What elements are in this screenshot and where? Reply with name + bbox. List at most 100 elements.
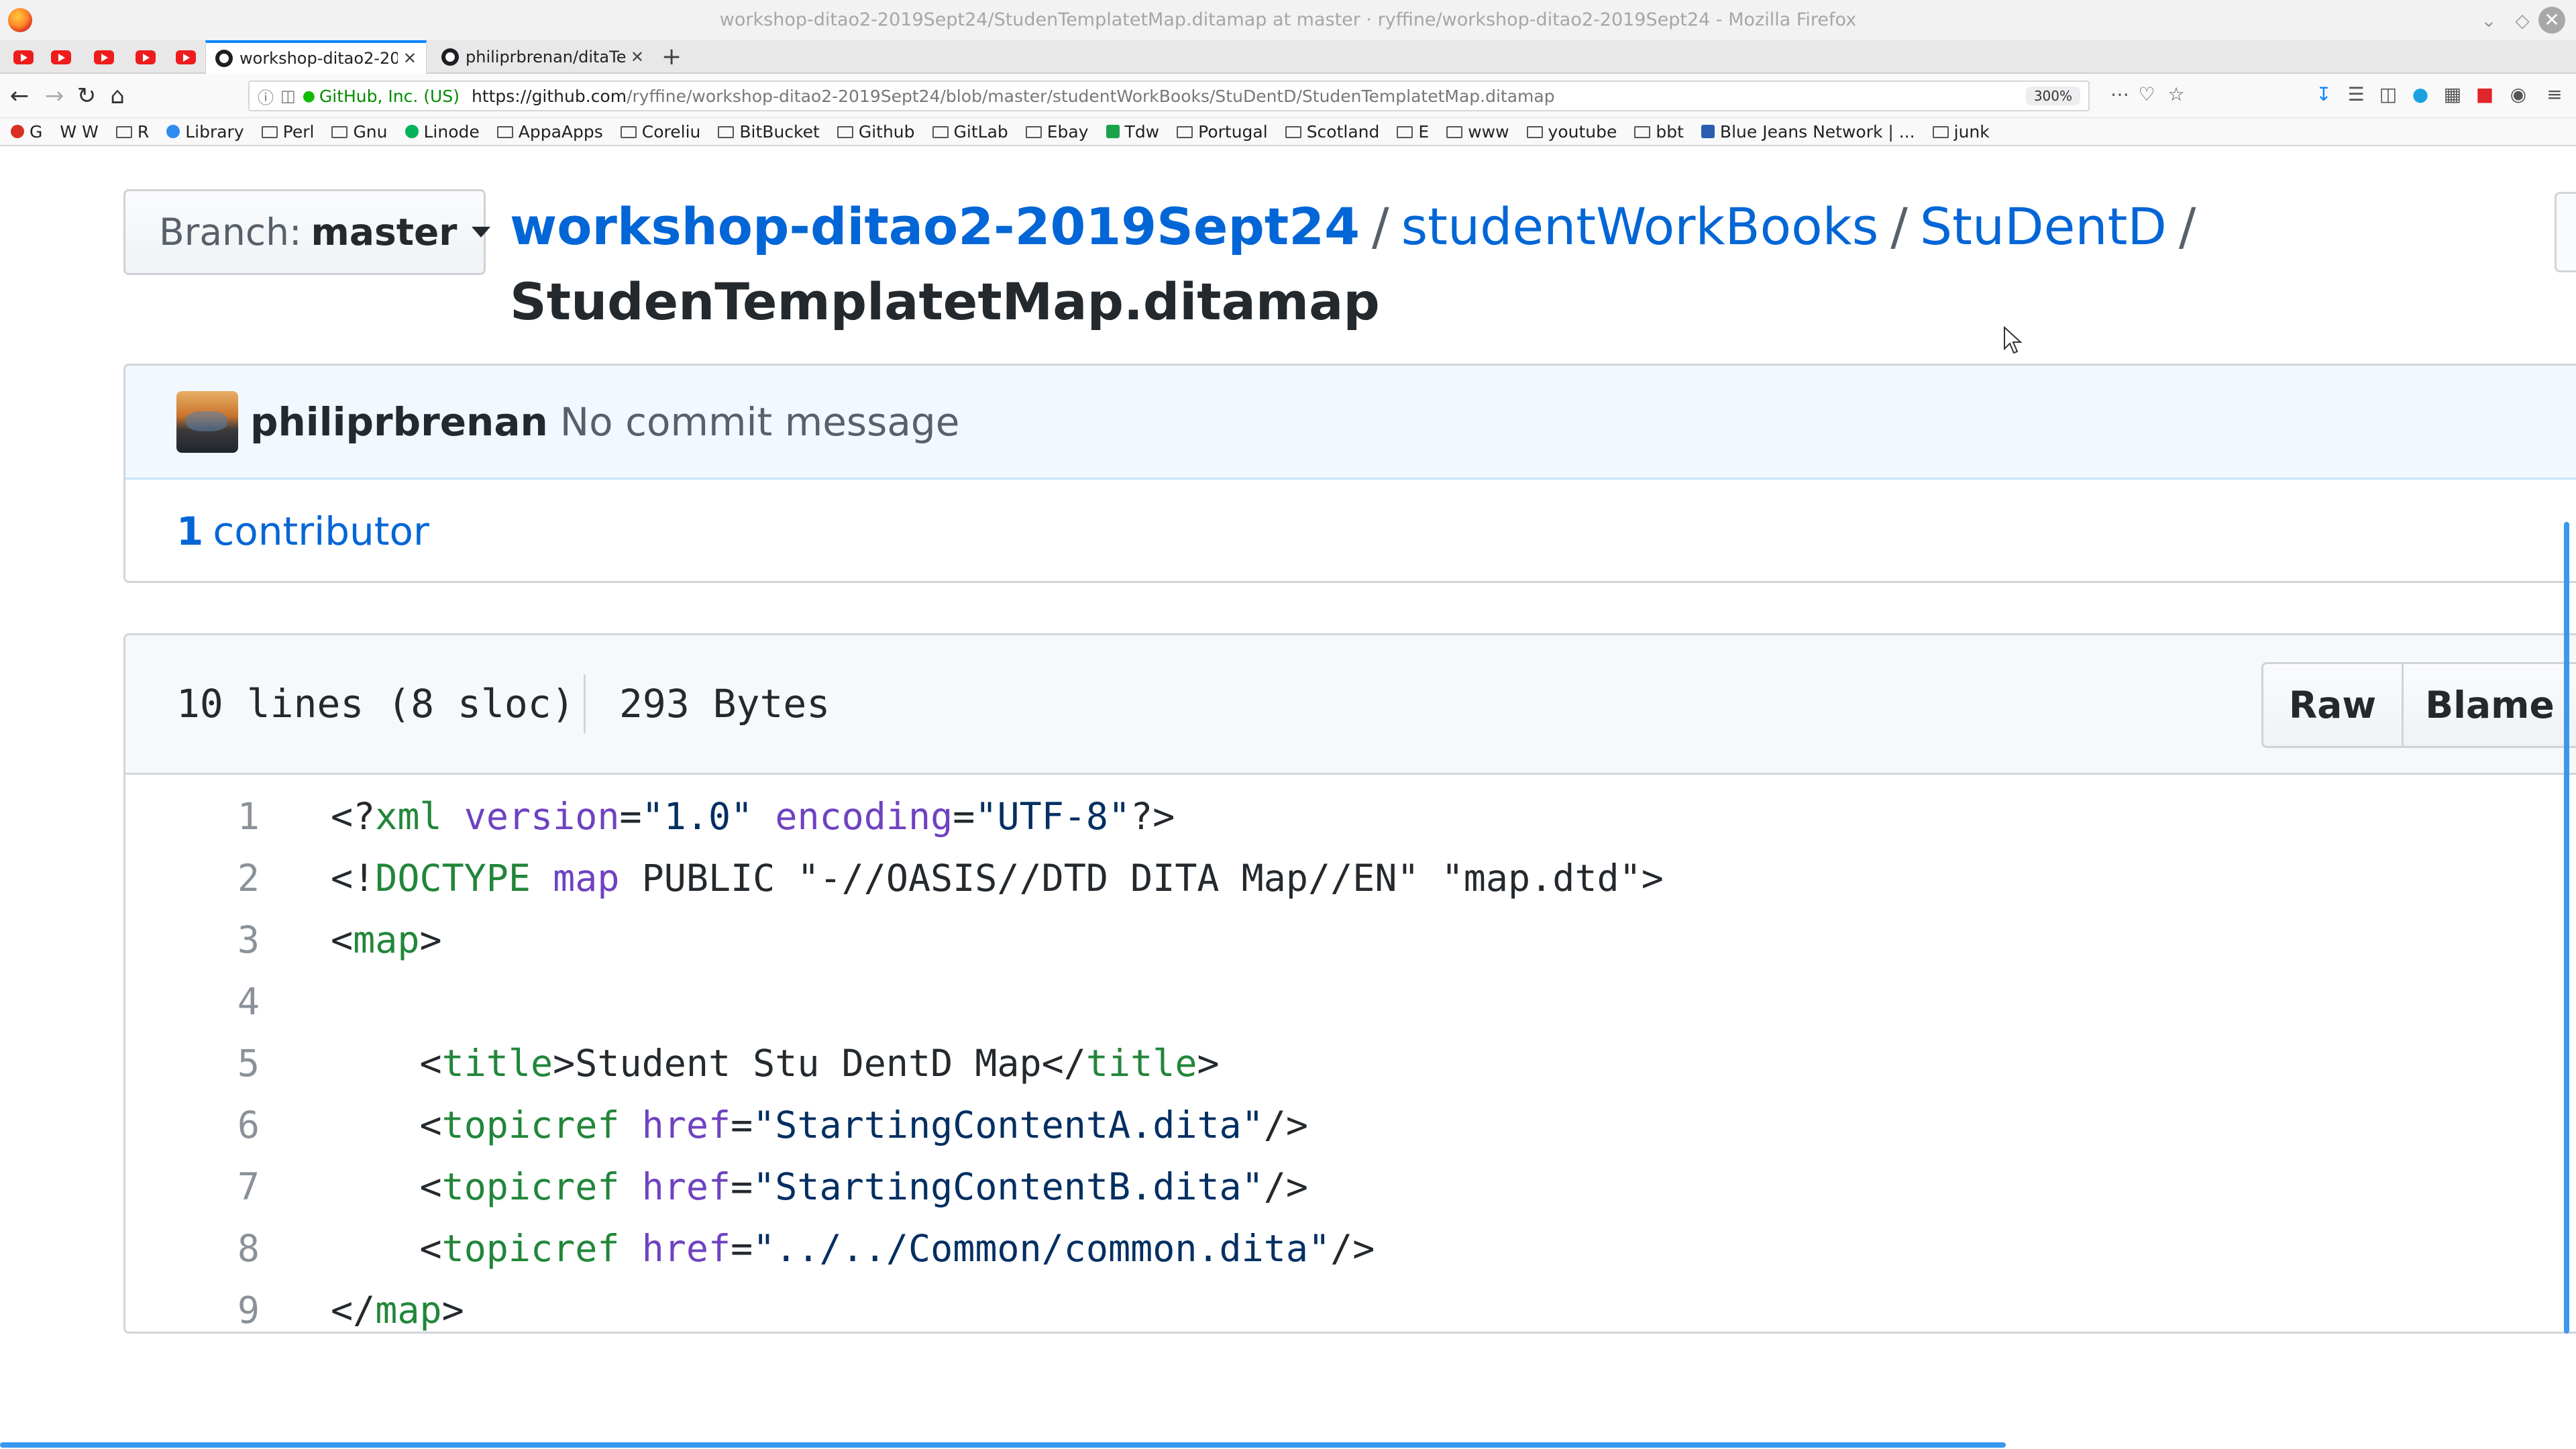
reload-icon[interactable]: ↻ bbox=[71, 80, 102, 111]
home-icon[interactable]: ⌂ bbox=[102, 80, 133, 111]
pocket-icon[interactable]: ♡ bbox=[2133, 83, 2160, 105]
bookmark-label: Blue Jeans Network | ... bbox=[1719, 121, 1915, 142]
code-token: <! bbox=[331, 857, 376, 900]
raw-button[interactable]: Raw bbox=[2261, 662, 2404, 748]
bookmark-label: Portugal bbox=[1198, 121, 1268, 142]
bookmark-linode[interactable]: Linode bbox=[405, 122, 480, 142]
bookmark-bitbucket[interactable]: BitBucket bbox=[718, 122, 820, 142]
bookmark-label: junk bbox=[1953, 121, 1990, 142]
bookmark-appaapps[interactable]: AppaApps bbox=[496, 122, 603, 142]
blame-button[interactable]: Blame bbox=[2404, 662, 2576, 748]
forward-arrow-icon[interactable]: → bbox=[39, 80, 70, 111]
bookmark-github[interactable]: Github bbox=[837, 122, 915, 142]
bookmark-label: Scotland bbox=[1306, 121, 1380, 142]
bookmark-bbt[interactable]: bbt bbox=[1634, 122, 1684, 142]
line-number[interactable]: 5 bbox=[125, 1042, 260, 1085]
code-token: = bbox=[953, 795, 975, 838]
line-number[interactable]: 9 bbox=[125, 1289, 260, 1332]
bookmark-coreliu[interactable]: Coreliu bbox=[620, 121, 701, 142]
bookmark-label: Coreliu bbox=[641, 121, 701, 142]
maximize-icon[interactable]: ◇ bbox=[2509, 9, 2536, 32]
url-path: /ryffine/workshop-ditao2-2019Sept24/blob… bbox=[627, 86, 1555, 106]
code-token: encoding bbox=[775, 795, 953, 838]
code-line: 5 <title>Student Stu DentD Map</title> bbox=[125, 1032, 2576, 1094]
tab-label: philiprbrenan/ditaTemplates bbox=[466, 48, 625, 66]
pinned-tab-1[interactable] bbox=[9, 46, 38, 68]
bookmark-label: G bbox=[30, 121, 43, 142]
bookmark-youtube[interactable]: youtube bbox=[1526, 122, 1617, 142]
page-actions-icon[interactable]: ⋯ bbox=[2106, 83, 2133, 105]
close-window-icon[interactable]: ✕ bbox=[2538, 7, 2565, 34]
bookmark-tdw[interactable]: Tdw bbox=[1106, 122, 1159, 142]
line-number[interactable]: 3 bbox=[125, 918, 260, 961]
close-tab-icon[interactable]: ✕ bbox=[403, 49, 417, 68]
bookmark-e[interactable]: E bbox=[1397, 122, 1429, 142]
horizontal-scrollbar[interactable] bbox=[0, 1442, 2006, 1448]
bookmark-library[interactable]: Library bbox=[166, 122, 244, 142]
tdw-icon bbox=[1106, 125, 1120, 138]
code-token: = bbox=[731, 1227, 753, 1270]
bookmark-gnu[interactable]: Gnu bbox=[331, 122, 388, 142]
code-token: topicref bbox=[441, 1104, 620, 1146]
tracking-shield-icon[interactable]: ◫ bbox=[280, 87, 296, 105]
bookmark-perl[interactable]: Perl bbox=[261, 122, 314, 142]
bookmark-gitlab[interactable]: GitLab bbox=[932, 122, 1008, 142]
close-tab-icon[interactable]: ✕ bbox=[631, 48, 644, 66]
new-tab-icon[interactable]: + bbox=[661, 43, 682, 70]
bookmark-ebay[interactable]: Ebay bbox=[1025, 122, 1089, 142]
breadcrumb-repo-link[interactable]: workshop-ditao2-2019Sept24 bbox=[510, 197, 1360, 256]
pinned-tab-2[interactable] bbox=[47, 46, 75, 68]
contributors-row[interactable]: 1 contributor bbox=[125, 480, 2576, 581]
site-identity[interactable]: GitHub, Inc. (US) bbox=[319, 87, 460, 106]
avatar[interactable] bbox=[176, 390, 238, 453]
zoom-level-badge[interactable]: 300% bbox=[2025, 87, 2080, 105]
contributors-count[interactable]: 1 bbox=[176, 508, 203, 554]
tab-workshop-ditamap[interactable]: workshop-ditao2-2019Sept24/StudenTemplat… bbox=[205, 40, 427, 74]
bookmark-scotland[interactable]: Scotland bbox=[1285, 121, 1380, 142]
code-token: xml bbox=[375, 795, 442, 838]
folder-icon bbox=[1634, 126, 1651, 138]
pinned-tab-4[interactable] bbox=[131, 46, 160, 68]
line-number[interactable]: 2 bbox=[125, 857, 260, 900]
line-number[interactable]: 8 bbox=[125, 1227, 260, 1270]
pinned-tab-3[interactable] bbox=[90, 46, 118, 68]
line-number[interactable]: 1 bbox=[125, 795, 260, 838]
bookmark-portugal[interactable]: Portugal bbox=[1177, 122, 1268, 142]
line-number[interactable]: 4 bbox=[125, 980, 260, 1023]
code-line: 6 <topicref href="StartingContentA.dita"… bbox=[125, 1094, 2576, 1156]
extension-dark-icon[interactable]: ◉ bbox=[2505, 83, 2532, 105]
skype-icon[interactable]: ● bbox=[2407, 83, 2434, 105]
bookmark-bluejeans[interactable]: Blue Jeans Network | ... bbox=[1701, 122, 1915, 142]
branch-select-button[interactable]: Branch: master bbox=[123, 189, 491, 275]
line-number[interactable]: 7 bbox=[125, 1165, 260, 1208]
code-token: < bbox=[331, 918, 354, 961]
address-bar[interactable]: ⓘ ◫ ● GitHub, Inc. (US) https://github.c… bbox=[248, 80, 2090, 111]
extension-red-icon[interactable]: ■ bbox=[2471, 83, 2498, 105]
vertical-scrollbar[interactable] bbox=[2564, 522, 2569, 1334]
bookmark-junk[interactable]: junk bbox=[1932, 121, 1990, 142]
folder-icon bbox=[331, 126, 348, 138]
info-icon[interactable]: ⓘ bbox=[258, 85, 274, 108]
download-icon[interactable]: ↧ bbox=[2310, 83, 2337, 105]
line-number[interactable]: 6 bbox=[125, 1104, 260, 1146]
bookmark-wikipedia[interactable]: WW bbox=[60, 122, 98, 142]
file-actions-button[interactable] bbox=[2555, 192, 2576, 272]
code-text: </map> bbox=[260, 1289, 464, 1332]
extensions-icon[interactable]: ▦ bbox=[2439, 83, 2466, 105]
library-icon[interactable]: ☰ bbox=[2343, 83, 2369, 105]
bookmark-r[interactable]: R bbox=[115, 122, 149, 142]
bookmark-gmail[interactable]: G bbox=[11, 122, 42, 142]
sidebar-icon[interactable]: ◫ bbox=[2375, 83, 2402, 105]
commit-author[interactable]: philiprbrenan bbox=[250, 399, 548, 445]
youtube-icon bbox=[176, 50, 196, 64]
breadcrumb-dir-link-studentworkbooks[interactable]: studentWorkBooks bbox=[1401, 197, 1879, 256]
contributors-label[interactable]: contributor bbox=[213, 508, 429, 554]
tab-dita-templates[interactable]: philiprbrenan/ditaTemplates ✕ bbox=[432, 40, 653, 74]
bookmark-star-icon[interactable]: ☆ bbox=[2163, 83, 2190, 105]
breadcrumb-dir-link-studentd[interactable]: StuDentD bbox=[1920, 197, 2167, 256]
back-arrow-icon[interactable]: ← bbox=[4, 80, 35, 111]
minimize-icon[interactable]: ⌄ bbox=[2475, 9, 2502, 32]
menu-hamburger-icon[interactable]: ≡ bbox=[2541, 83, 2568, 105]
pinned-tab-5[interactable] bbox=[172, 46, 200, 68]
bookmark-www[interactable]: www bbox=[1446, 122, 1509, 142]
